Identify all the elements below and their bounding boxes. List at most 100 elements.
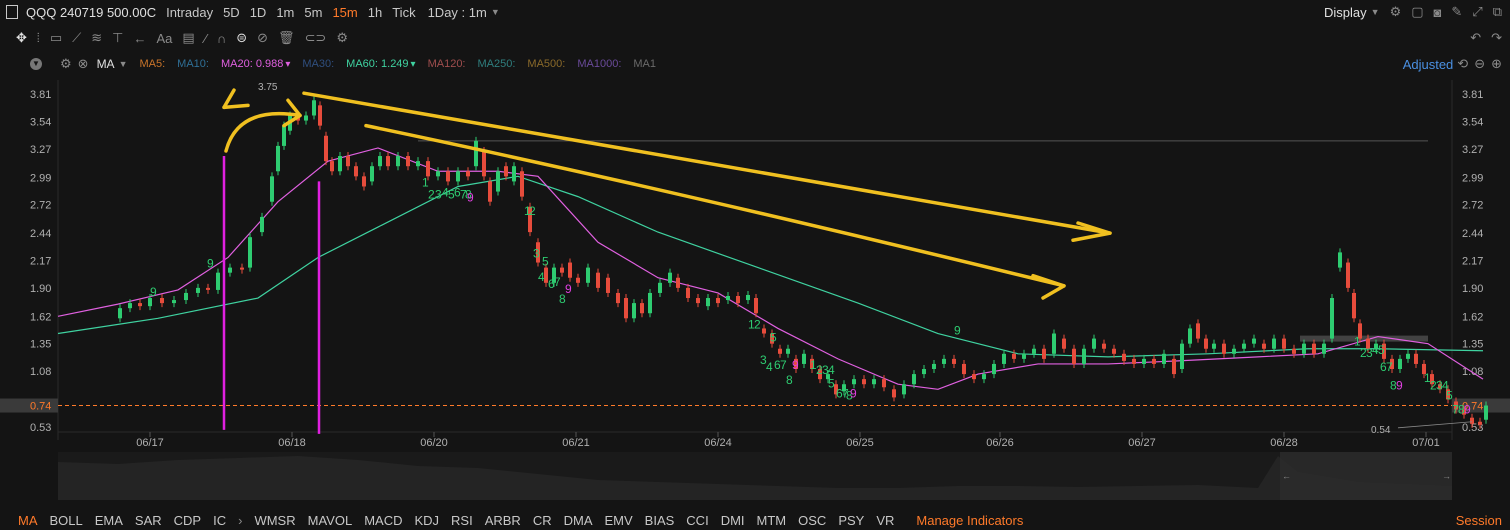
interval-tab[interactable]: 1D bbox=[250, 5, 267, 20]
close-icon[interactable]: ⊗ bbox=[78, 56, 89, 72]
ma-legend-item: MA10: bbox=[177, 58, 209, 70]
display-button[interactable]: Display ▼ bbox=[1324, 5, 1380, 20]
indicator-tab[interactable]: EMV bbox=[605, 513, 633, 528]
fib-tool-icon[interactable]: ⊤ bbox=[112, 30, 123, 46]
undo-icon[interactable]: ↶ bbox=[1470, 30, 1481, 46]
candle-down bbox=[362, 176, 366, 187]
candle-up bbox=[1212, 343, 1216, 349]
indicator-tab[interactable]: PSY bbox=[838, 513, 864, 528]
symbol-title[interactable]: QQQ 240719 500.00C bbox=[26, 5, 156, 20]
session-button[interactable]: Session bbox=[1456, 513, 1502, 528]
indicator-tab[interactable]: DMI bbox=[721, 513, 745, 528]
comment-icon[interactable]: ▤ bbox=[182, 30, 194, 46]
indicator-tab[interactable]: OSC bbox=[798, 513, 826, 528]
indicator-tab[interactable]: BIAS bbox=[645, 513, 675, 528]
indicator-tab[interactable]: SAR bbox=[135, 513, 162, 528]
annotation-arrowhead bbox=[1031, 273, 1066, 300]
sidebar-toggle-icon[interactable] bbox=[6, 5, 18, 19]
candle-down bbox=[1222, 343, 1226, 354]
candle-up bbox=[1484, 405, 1488, 420]
candle-up bbox=[852, 379, 856, 385]
sequence-count-label: 5 bbox=[542, 255, 549, 269]
crosshair-move-icon[interactable]: ✥ bbox=[16, 30, 27, 46]
text-tool-icon[interactable]: Aa bbox=[156, 31, 172, 46]
candle-down bbox=[1122, 353, 1126, 361]
interval-tab[interactable]: 5D bbox=[223, 5, 240, 20]
rectangle-tool-icon[interactable]: ▭ bbox=[50, 30, 62, 46]
hide-icon[interactable]: ⊘ bbox=[257, 30, 268, 46]
sequence-count-label: 2 bbox=[754, 317, 761, 331]
indicator-tab[interactable]: BOLL bbox=[50, 513, 83, 528]
vertical-line-icon[interactable]: ⦙ bbox=[37, 30, 40, 46]
zoom-out-icon[interactable]: ⊖ bbox=[1474, 56, 1485, 72]
candle-down bbox=[606, 277, 610, 293]
range-select[interactable]: 1Day : 1m ▼ bbox=[428, 5, 500, 20]
interval-tab[interactable]: 1m bbox=[276, 5, 294, 20]
channel-tool-icon[interactable]: ≋ bbox=[91, 30, 102, 46]
indicator-tab[interactable]: MAVOL bbox=[308, 513, 353, 528]
chevron-down-icon: ▼ bbox=[118, 59, 128, 69]
magnet-icon[interactable]: ∩ bbox=[217, 31, 226, 46]
indicator-tab[interactable]: KDJ bbox=[414, 513, 439, 528]
adjusted-label[interactable]: Adjusted bbox=[1403, 57, 1454, 72]
brush-icon[interactable]: ∕ bbox=[205, 31, 207, 46]
indicator-tab[interactable]: WMSR bbox=[254, 513, 295, 528]
arrow-tool-icon[interactable]: ← bbox=[133, 31, 146, 46]
undo-redo: ↶ ↷ bbox=[1460, 30, 1502, 46]
settings-icon[interactable]: ⚙ bbox=[60, 56, 72, 72]
candle-up bbox=[370, 166, 374, 182]
dropdown-arrow-icon[interactable]: ▾ bbox=[411, 59, 416, 70]
candle-up bbox=[1022, 353, 1026, 359]
chevron-right-icon[interactable]: › bbox=[238, 513, 242, 528]
ma-legend-item: MA30: bbox=[302, 58, 335, 70]
indicator-tab[interactable]: EMA bbox=[95, 513, 123, 528]
time-navigator[interactable]: ← → bbox=[58, 452, 1452, 500]
popout-icon[interactable]: ⧉ bbox=[1493, 4, 1502, 20]
ma-legend-item: MA120: bbox=[427, 58, 466, 70]
interval-tab[interactable]: Tick bbox=[392, 5, 415, 20]
gear-icon[interactable]: ⚙ bbox=[1390, 4, 1402, 20]
indicator-tab[interactable]: IC bbox=[213, 513, 226, 528]
x-tick-label: 06/17 bbox=[136, 437, 164, 448]
price-chart[interactable]: 3.81 3.81 3.54 3.54 3.27 3.27 2.99 2.99 2.72 2.72… bbox=[0, 76, 1510, 448]
indicator-tab[interactable]: MA bbox=[18, 513, 38, 528]
interval-tab[interactable]: 5m bbox=[304, 5, 322, 20]
zoom-in-icon[interactable]: ⊕ bbox=[1491, 56, 1502, 72]
layout-square-icon[interactable]: ▢ bbox=[1411, 4, 1423, 20]
x-tick-label: 06/21 bbox=[562, 437, 590, 448]
manage-indicators-link[interactable]: Manage Indicators bbox=[916, 513, 1023, 528]
y-tick-label-right: 2.44 bbox=[1462, 228, 1483, 240]
candle-down bbox=[862, 379, 866, 385]
interval-tab[interactable]: 1h bbox=[368, 5, 382, 20]
settings-icon[interactable]: ⚙ bbox=[336, 30, 348, 46]
indicator-tab[interactable]: CCI bbox=[686, 513, 708, 528]
redo-icon[interactable]: ↷ bbox=[1491, 30, 1502, 46]
interval-tab[interactable]: Intraday bbox=[166, 5, 213, 20]
indicator-tab[interactable]: CR bbox=[533, 513, 552, 528]
candle-up bbox=[456, 171, 460, 182]
interval-tab[interactable]: 15m bbox=[332, 5, 357, 20]
lock-icon[interactable]: ⊜ bbox=[236, 30, 247, 46]
dropdown-arrow-icon[interactable]: ▾ bbox=[285, 59, 290, 70]
candle-up bbox=[118, 308, 122, 319]
indicator-tab[interactable]: VR bbox=[876, 513, 894, 528]
trash-icon[interactable]: 🗑 bbox=[278, 30, 295, 46]
trend-line-icon[interactable]: ⟋ bbox=[72, 30, 81, 46]
indicator-tab[interactable]: ARBR bbox=[485, 513, 521, 528]
indicator-type[interactable]: MA ▼ bbox=[97, 57, 128, 71]
expand-icon[interactable]: ⤢ bbox=[1472, 4, 1482, 20]
link-icon[interactable]: ⊂⊃ bbox=[305, 30, 327, 46]
y-tick-label-right: 2.17 bbox=[1462, 256, 1483, 268]
candle-up bbox=[1032, 348, 1036, 354]
indicator-tab[interactable]: RSI bbox=[451, 513, 473, 528]
indicator-tab[interactable]: MACD bbox=[364, 513, 402, 528]
camera-icon[interactable]: ◙ bbox=[1434, 5, 1442, 20]
pencil-icon[interactable]: ✎ bbox=[1451, 4, 1462, 20]
indicator-tab[interactable]: MTM bbox=[757, 513, 787, 528]
indicator-tab[interactable]: DMA bbox=[564, 513, 593, 528]
candle-down bbox=[1470, 417, 1474, 424]
indicator-tab[interactable]: CDP bbox=[174, 513, 201, 528]
interval-tabs: Intraday 5D 1D 1m 5m 15m 1h Tick bbox=[156, 5, 415, 20]
collapse-icon[interactable]: ▼ bbox=[30, 58, 42, 70]
reset-icon[interactable]: ⟲ bbox=[1457, 56, 1468, 72]
